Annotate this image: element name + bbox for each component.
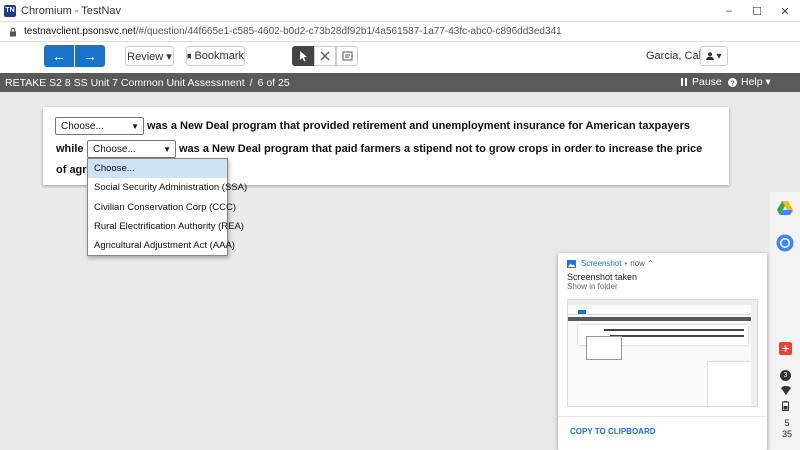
question-text-line-2: was a New Deal program that paid farmers… (179, 143, 703, 155)
thumbnail-text-line (610, 335, 744, 337)
arrow-left-icon: ← (52, 48, 66, 64)
dropdown-option[interactable]: Choose... (88, 159, 227, 179)
url-text[interactable]: testnavclient.psonsvc.net/#/question/44f… (24, 26, 562, 37)
bookmark-label: Bookmark (194, 50, 244, 62)
dropdown-option[interactable]: Civilian Conservation Corp (CCC) (88, 198, 236, 217)
thumbnail-testbar (568, 317, 757, 321)
testnav-toolbar: ← → Review ▾ Bookmark Garcia, Caleb ▾ (0, 42, 800, 73)
dropdown-2-value: Choose... (93, 143, 136, 155)
test-info-bar: RETAKE S2 8 SS Unit 7 Common Unit Assess… (0, 73, 800, 92)
notepad-tool-button[interactable] (336, 46, 358, 66)
clock-hour: 5 (784, 418, 790, 428)
notification-source: Screenshot (581, 259, 622, 268)
user-menu-button[interactable]: ▾ (700, 46, 728, 66)
copy-to-clipboard-button[interactable]: COPY TO CLIPBOARD (570, 427, 656, 436)
help-label: Help ▾ (741, 76, 771, 88)
notification-time: now (630, 259, 645, 268)
dropdown-option[interactable]: Social Security Administration (SSA) (88, 178, 247, 197)
dropdown-1-value: Choose... (61, 120, 104, 132)
wifi-icon (781, 386, 791, 395)
chevron-down-icon: ▼ (163, 145, 171, 154)
question-progress: 6 of 25 (257, 76, 290, 89)
cursor-icon (299, 50, 307, 61)
notification-count-badge[interactable]: 3 (780, 370, 791, 381)
chevron-down-icon: ▼ (131, 122, 139, 131)
thumbnail-notification (708, 362, 756, 406)
notepad-icon (342, 51, 352, 61)
breadcrumb-separator: / (249, 76, 253, 89)
notification-divider (558, 416, 767, 417)
pause-label: Pause (692, 76, 722, 88)
lock-icon (10, 27, 16, 36)
svg-text:?: ? (730, 80, 734, 87)
bookmark-button[interactable]: Bookmark (186, 46, 245, 66)
chevron-up-icon[interactable]: ⌃ (647, 259, 654, 268)
window-titlebar: TN Chromium - TestNav – ☐ ✕ (0, 0, 800, 22)
question-text-while: while (56, 143, 84, 155)
tool-group (292, 46, 358, 66)
review-button[interactable]: Review ▾ (125, 46, 174, 66)
image-icon (567, 259, 576, 268)
thumbnail-toolbar (568, 309, 757, 315)
dropdown-option[interactable]: Agricultural Adjustment Act (AAA) (88, 236, 235, 255)
answer-dropdown-1[interactable]: Choose... ▼ (55, 117, 144, 135)
question-text-line-3: of agr (56, 164, 87, 176)
next-question-button[interactable]: → (75, 45, 105, 67)
google-drive-icon[interactable] (776, 199, 794, 217)
screenshot-thumbnail[interactable] (567, 299, 758, 407)
answer-dropdown-2[interactable]: Choose... ▼ (87, 140, 176, 158)
pause-button[interactable]: Pause (680, 76, 722, 88)
system-clock[interactable]: 5 35 (780, 418, 794, 440)
url-host: testnavclient.psonsvc.net (24, 26, 136, 37)
screenshot-notification: Screenshot • now ⌃ Screenshot taken Show… (558, 253, 767, 450)
notification-message: Screenshot taken (567, 272, 638, 282)
dropdown-option[interactable]: Rural Electrification Authority (REA) (88, 217, 244, 236)
close-button[interactable]: ✕ (772, 0, 798, 22)
help-button[interactable]: ? Help ▾ (728, 76, 771, 88)
cross-out-icon (320, 51, 330, 61)
show-in-folder-link[interactable]: Show in folder (567, 282, 618, 291)
clock-minute: 35 (781, 429, 792, 439)
chevron-down-icon: ▾ (716, 50, 722, 62)
previous-question-button[interactable]: ← (44, 45, 74, 67)
arrow-right-icon: → (83, 48, 97, 64)
battery-icon (782, 401, 789, 411)
pause-icon (681, 78, 687, 86)
thumbnail-text-line (604, 329, 744, 331)
question-text-line-1: was a New Deal program that provided ret… (147, 120, 691, 132)
chrome-icon[interactable] (776, 234, 794, 252)
user-icon (706, 52, 715, 60)
minimize-button[interactable]: – (716, 0, 742, 22)
window-title: Chromium - TestNav (21, 4, 122, 17)
separator-dot: • (624, 259, 628, 268)
test-name: RETAKE S2 8 SS Unit 7 Common Unit Assess… (5, 76, 245, 89)
pointer-tool-button[interactable] (292, 46, 314, 66)
answer-eliminator-button[interactable] (314, 46, 336, 66)
question-circle-icon: ? (728, 77, 737, 87)
maximize-button[interactable]: ☐ (744, 0, 770, 22)
os-shelf (770, 192, 800, 450)
notification-header: Screenshot • now ⌃ (567, 259, 654, 268)
thumbnail-nav-button (578, 310, 586, 314)
screen-capture-icon[interactable] (779, 342, 792, 355)
address-bar[interactable]: testnavclient.psonsvc.net/#/question/44f… (0, 22, 800, 42)
thumbnail-titlebar (568, 300, 757, 305)
url-path: /#/question/44f665e1-c585-4602-b0d2-c73b… (135, 26, 562, 37)
dropdown-options-list: Choose... Social Security Administration… (87, 158, 247, 257)
thumbnail-dropdown (586, 336, 622, 360)
test-breadcrumb: RETAKE S2 8 SS Unit 7 Common Unit Assess… (5, 77, 290, 89)
bookmark-icon (187, 53, 191, 59)
thumbnail-shelf (751, 300, 757, 406)
testnav-app-icon: TN (4, 4, 16, 17)
